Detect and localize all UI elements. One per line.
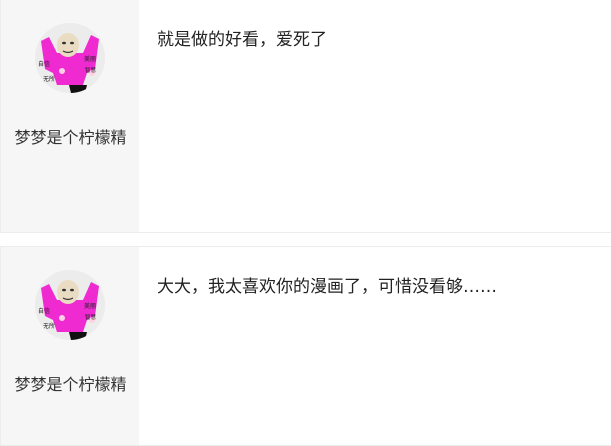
comment-username[interactable]: 梦梦是个柠檬精 (1, 126, 140, 150)
svg-text:美丽: 美丽 (84, 302, 96, 310)
svg-text:智慧: 智慧 (85, 66, 97, 74)
svg-text:自信: 自信 (38, 307, 50, 315)
svg-text:无所: 无所 (43, 322, 55, 330)
svg-text:无所: 无所 (43, 75, 55, 83)
comment-item: 自信 美丽 智慧 无所 梦梦是个柠檬精 大大，我太喜欢你的漫画了，可惜没看够…… (0, 246, 611, 446)
comment-user-column: 自信 美丽 智慧 无所 梦梦是个柠檬精 (0, 247, 139, 445)
comment-text: 就是做的好看，爱死了 (157, 30, 327, 50)
svg-text:美丽: 美丽 (84, 55, 96, 63)
comment-text: 大大，我太喜欢你的漫画了，可惜没看够…… (157, 277, 497, 297)
comment-username[interactable]: 梦梦是个柠檬精 (1, 373, 140, 397)
svg-text:智慧: 智慧 (85, 313, 97, 321)
comment-user-column: 自信 美丽 智慧 无所 梦梦是个柠檬精 (0, 0, 139, 232)
comment-item: 自信 美丽 智慧 无所 梦梦是个柠檬精 就是做的好看，爱死了 (0, 0, 611, 233)
meme-face-avatar-icon[interactable]: 自信 美丽 智慧 无所 (35, 270, 105, 340)
meme-face-avatar-icon[interactable]: 自信 美丽 智慧 无所 (35, 23, 105, 93)
svg-text:自信: 自信 (38, 60, 50, 68)
